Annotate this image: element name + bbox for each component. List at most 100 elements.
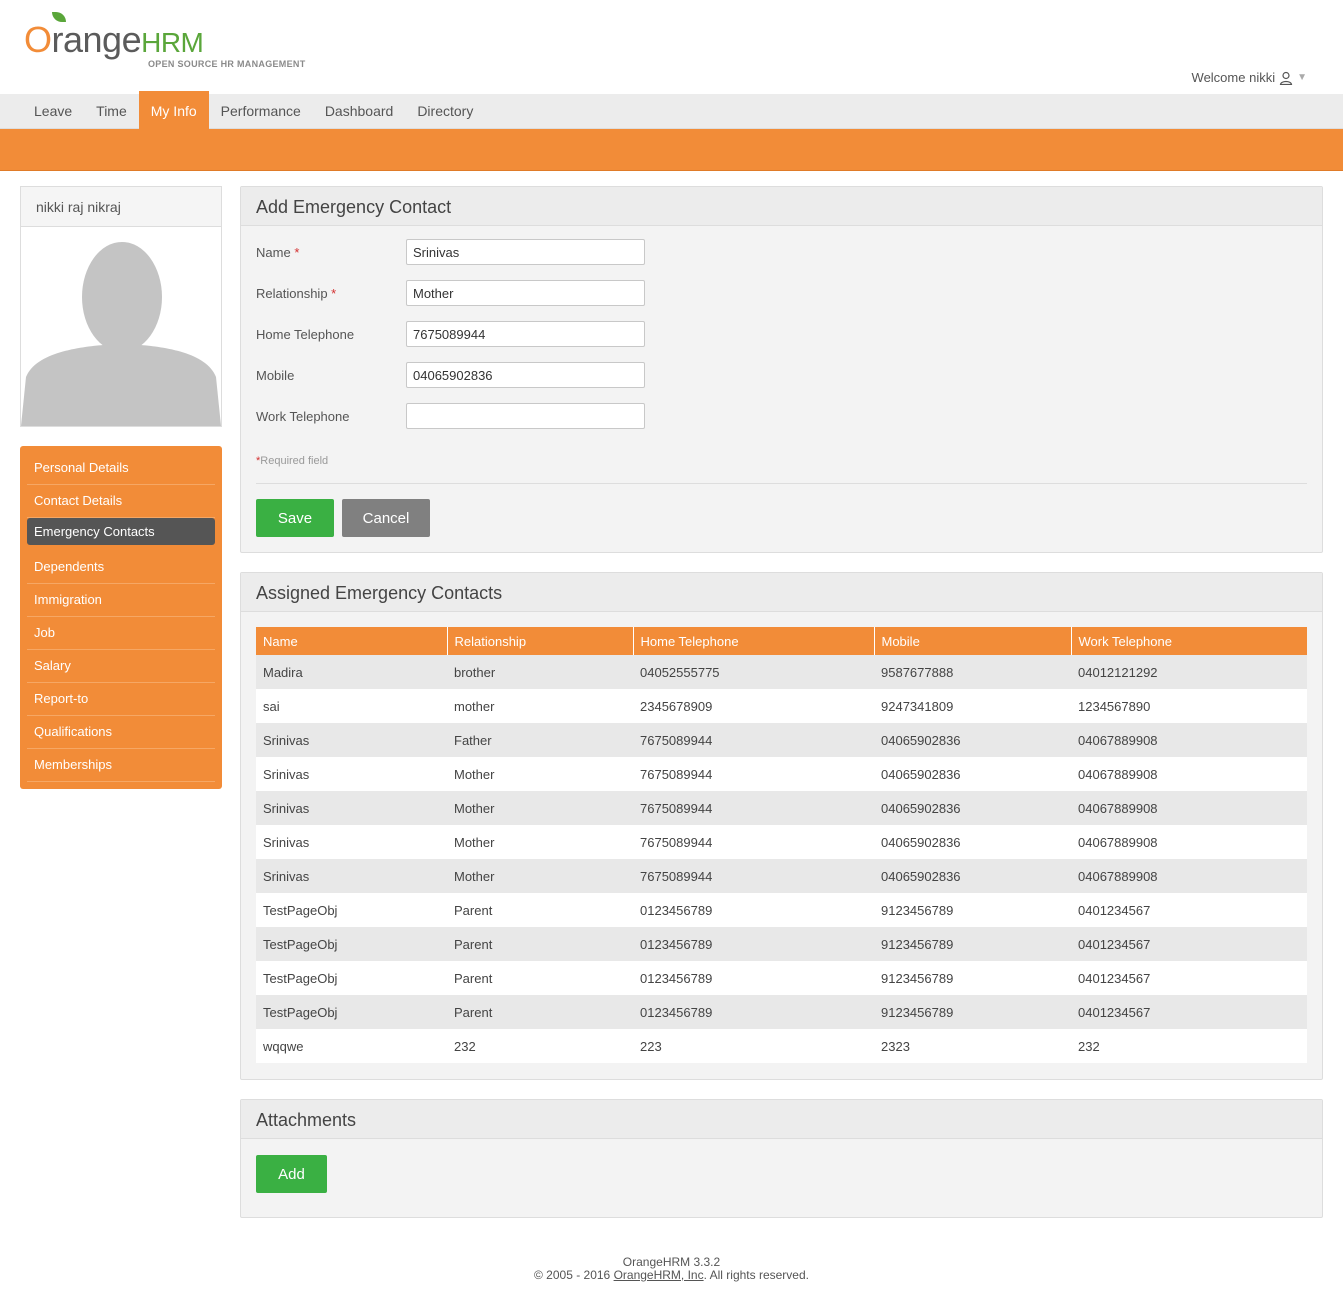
orangehrm-logo[interactable]: OrangeHRM OPEN SOURCE HR MANAGEMENT <box>24 12 314 72</box>
nav-item-my-info[interactable]: My Info <box>138 91 209 129</box>
table-cell-home-telephone: 7675089944 <box>633 723 874 757</box>
profile-photo[interactable] <box>21 227 221 426</box>
side-menu-item-personal-details[interactable]: Personal Details <box>27 452 215 485</box>
table-cell-home-telephone: 2345678909 <box>633 689 874 723</box>
table-cell-home-telephone: 223 <box>633 1029 874 1063</box>
table-row[interactable]: TestPageObj Parent 0123456789 9123456789 040… <box>256 893 1307 927</box>
welcome-menu[interactable]: Welcome nikki ▼ <box>1192 70 1307 85</box>
table-cell-mobile: 04065902836 <box>874 791 1071 825</box>
required-note: *Required field <box>256 455 329 467</box>
table-cell-relationship: Parent <box>447 927 633 961</box>
attachments-panel: Attachments Add <box>240 1099 1323 1218</box>
side-menu-item-qualifications[interactable]: Qualifications <box>27 716 215 749</box>
table-cell-relationship: Father <box>447 723 633 757</box>
side-menu-item-contact-details[interactable]: Contact Details <box>27 485 215 518</box>
table-cell-home-telephone: 7675089944 <box>633 791 874 825</box>
table-cell-home-telephone: 7675089944 <box>633 859 874 893</box>
table-row[interactable]: Srinivas Mother 7675089944 04065902836 04067… <box>256 825 1307 859</box>
table-cell-name[interactable]: TestPageObj <box>256 961 447 995</box>
table-row[interactable]: Srinivas Mother 7675089944 04065902836 04067… <box>256 859 1307 893</box>
table-cell-name[interactable]: TestPageObj <box>256 927 447 961</box>
table-row[interactable]: sai mother 2345678909 9247341809 1234567890 <box>256 689 1307 723</box>
column-header-name[interactable]: Name <box>256 627 448 655</box>
table-cell-relationship: Mother <box>447 791 633 825</box>
table-cell-relationship: Mother <box>447 859 633 893</box>
table-row[interactable]: Srinivas Mother 7675089944 04065902836 04067… <box>256 791 1307 825</box>
table-cell-name[interactable]: Srinivas <box>256 859 447 893</box>
table-row[interactable]: Madira brother 04052555775 9587677888 040121… <box>256 655 1307 689</box>
nav-item-leave[interactable]: Leave <box>22 94 84 129</box>
table-cell-name[interactable]: Madira <box>256 655 447 689</box>
nav-item-performance[interactable]: Performance <box>209 94 313 129</box>
table-cell-mobile: 9123456789 <box>874 995 1071 1029</box>
table-cell-work-telephone: 04067889908 <box>1071 723 1307 757</box>
table-cell-relationship: brother <box>447 655 633 689</box>
user-icon <box>1279 71 1293 85</box>
table-cell-mobile: 04065902836 <box>874 723 1071 757</box>
side-menu-item-salary[interactable]: Salary <box>27 650 215 683</box>
side-menu-item-dependents[interactable]: Dependents <box>27 551 215 584</box>
side-menu-item-memberships[interactable]: Memberships <box>27 749 215 782</box>
main-nav: Leave Time My Info Performance Dashboard Dire… <box>0 91 1343 129</box>
table-cell-relationship: mother <box>447 689 633 723</box>
name-input[interactable] <box>406 239 645 265</box>
welcome-text: Welcome nikki <box>1191 70 1276 85</box>
add-attachment-button[interactable]: Add <box>256 1155 327 1193</box>
table-row[interactable]: TestPageObj Parent 0123456789 9123456789 040… <box>256 961 1307 995</box>
relationship-input[interactable] <box>406 280 645 306</box>
table-cell-work-telephone: 0401234567 <box>1071 961 1307 995</box>
table-cell-home-telephone: 7675089944 <box>633 825 874 859</box>
table-cell-work-telephone: 232 <box>1071 1029 1307 1063</box>
table-cell-home-telephone: 0123456789 <box>633 893 874 927</box>
mobile-label: Mobile <box>256 368 295 383</box>
table-cell-home-telephone: 0123456789 <box>633 961 874 995</box>
table-cell-name[interactable]: TestPageObj <box>256 893 447 927</box>
table-cell-mobile: 04065902836 <box>874 859 1071 893</box>
add-emergency-contact-panel: Add Emergency Contact Name * Relationship… <box>240 186 1323 553</box>
table-cell-name[interactable]: wqqwe <box>256 1029 447 1063</box>
table-row[interactable]: TestPageObj Parent 0123456789 9123456789 040… <box>256 995 1307 1029</box>
table-cell-work-telephone: 04067889908 <box>1071 791 1307 825</box>
column-header-mobile[interactable]: Mobile <box>874 627 1072 655</box>
home-telephone-label: Home Telephone <box>256 327 355 342</box>
table-row[interactable]: Srinivas Mother 7675089944 04065902836 04067… <box>256 757 1307 791</box>
home-telephone-input[interactable] <box>406 321 645 347</box>
table-cell-home-telephone: 0123456789 <box>633 927 874 961</box>
table-cell-work-telephone: 04012121292 <box>1071 655 1307 689</box>
table-header-row: Name Relationship Home Telephone Mobile Work… <box>256 627 1307 655</box>
nav-item-directory[interactable]: Directory <box>405 94 485 129</box>
table-cell-name[interactable]: TestPageObj <box>256 995 447 1029</box>
table-cell-relationship: 232 <box>447 1029 633 1063</box>
nav-item-time[interactable]: Time <box>84 94 139 129</box>
table-cell-work-telephone: 0401234567 <box>1071 893 1307 927</box>
required-asterisk: * <box>331 286 337 301</box>
table-cell-relationship: Parent <box>447 995 633 1029</box>
table-cell-mobile: 9123456789 <box>874 893 1071 927</box>
chevron-down-icon: ▼ <box>1297 72 1307 83</box>
side-menu-item-emergency-contacts[interactable]: Emergency Contacts <box>27 518 215 545</box>
nav-item-dashboard[interactable]: Dashboard <box>313 94 406 129</box>
side-menu-item-job[interactable]: Job <box>27 617 215 650</box>
column-header-relationship[interactable]: Relationship <box>447 627 634 655</box>
company-link[interactable]: OrangeHRM, Inc <box>614 1268 704 1282</box>
table-cell-name[interactable]: Srinivas <box>256 825 447 859</box>
column-header-home-telephone[interactable]: Home Telephone <box>633 627 875 655</box>
table-cell-name[interactable]: Srinivas <box>256 757 447 791</box>
table-cell-name[interactable]: sai <box>256 689 447 723</box>
table-cell-mobile: 04065902836 <box>874 757 1071 791</box>
table-row[interactable]: Srinivas Father 7675089944 04065902836 04067… <box>256 723 1307 757</box>
save-button[interactable]: Save <box>256 499 334 537</box>
table-cell-work-telephone: 04067889908 <box>1071 859 1307 893</box>
side-menu-item-report-to[interactable]: Report-to <box>27 683 215 716</box>
side-menu-item-immigration[interactable]: Immigration <box>27 584 215 617</box>
cancel-button[interactable]: Cancel <box>342 499 430 537</box>
table-cell-name[interactable]: Srinivas <box>256 791 447 825</box>
work-telephone-input[interactable] <box>406 403 645 429</box>
table-row[interactable]: TestPageObj Parent 0123456789 9123456789 040… <box>256 927 1307 961</box>
table-cell-name[interactable]: Srinivas <box>256 723 447 757</box>
mobile-input[interactable] <box>406 362 645 388</box>
panel-title: Add Emergency Contact <box>241 187 1322 226</box>
page-header: OrangeHRM OPEN SOURCE HR MANAGEMENT Welc… <box>0 0 1343 94</box>
table-row[interactable]: wqqwe 232 223 2323 232 <box>256 1029 1307 1063</box>
column-header-work-telephone[interactable]: Work Telephone <box>1071 627 1307 655</box>
